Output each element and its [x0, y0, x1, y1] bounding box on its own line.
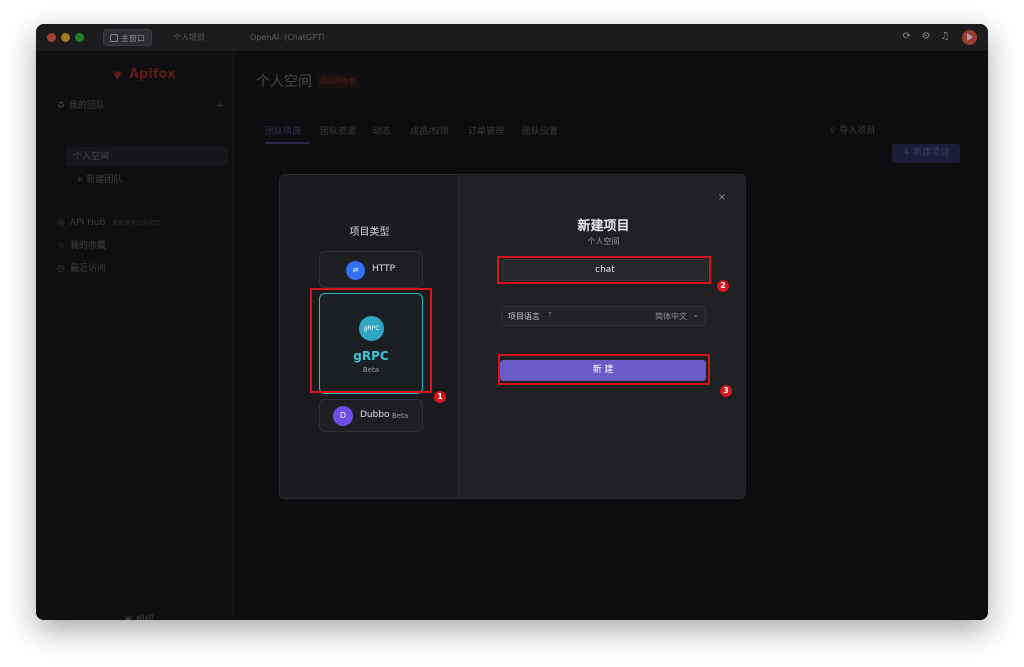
http-label: HTTP — [372, 264, 396, 274]
highlight-name-input — [497, 256, 711, 284]
dubbo-label: Dubbo — [360, 410, 390, 420]
dialog-subtitle: 个人空间 — [587, 237, 620, 246]
project-form-panel: × 新建项目 个人空间 chat 项目语言 ? 简体中文 ⌄ 新 建 — [460, 175, 745, 498]
close-icon[interactable]: × — [716, 192, 728, 204]
project-type-title: 项目类型 — [349, 227, 390, 238]
annotation-badge-1: 1 — [434, 391, 446, 403]
highlight-grpc — [310, 288, 432, 393]
dubbo-beta: Beta — [392, 412, 409, 420]
app-window: 主窗口 个人项目 OpenAI（ChatGPT） ⟳ ⚙ ♫ Apifox ♻ … — [36, 24, 988, 620]
dubbo-icon: D — [333, 406, 353, 426]
type-card-dubbo[interactable]: D Dubbo Beta — [319, 399, 423, 432]
annotation-badge-3: 3 — [720, 385, 732, 397]
dialog-title: 新建项目 — [577, 219, 630, 234]
type-card-http[interactable]: ⇄ HTTP — [319, 251, 423, 288]
help-icon[interactable]: ? — [548, 311, 552, 319]
http-icon: ⇄ — [346, 261, 365, 280]
language-label: 项目语言 — [508, 312, 540, 321]
project-language-select[interactable]: 项目语言 ? 简体中文 ⌄ — [501, 306, 706, 326]
chevron-down-icon: ⌄ — [692, 310, 699, 319]
annotation-badge-2: 2 — [717, 280, 729, 292]
language-value: 简体中文 — [655, 312, 687, 321]
highlight-create-button — [498, 354, 710, 385]
